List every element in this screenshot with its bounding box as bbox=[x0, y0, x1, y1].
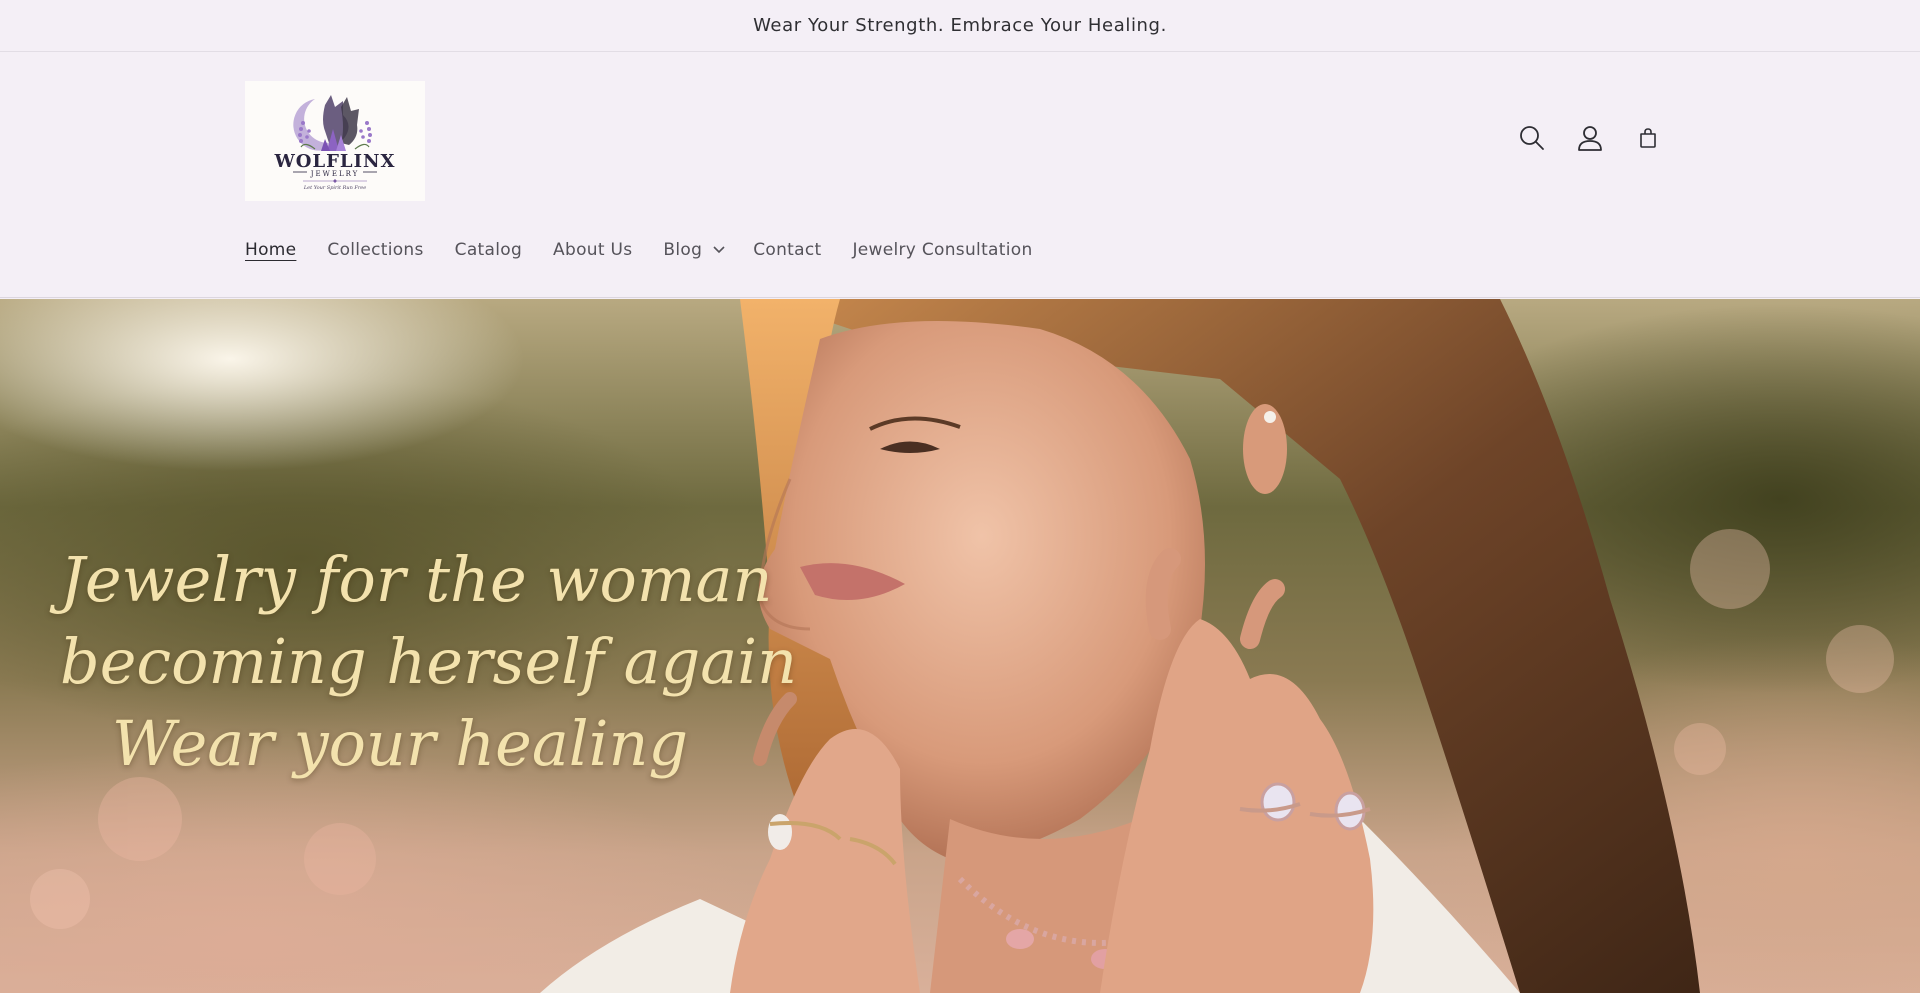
nav-item-about[interactable]: About Us bbox=[553, 240, 632, 260]
nav-item-contact[interactable]: Contact bbox=[753, 240, 821, 260]
chevron-down-icon bbox=[712, 245, 726, 255]
wolf-logo-graphic: WOLFLINX JEWELRY Let Your Spirit Run Fre… bbox=[274, 95, 396, 191]
nav-item-blog-label: Blog bbox=[663, 240, 703, 260]
announcement-text: Wear Your Strength. Embrace Your Healing… bbox=[753, 15, 1167, 36]
hero-headline: Jewelry for the woman becoming herself a… bbox=[60, 539, 798, 785]
logo-sub-text: JEWELRY bbox=[310, 170, 360, 178]
main-navigation: Home Collections Catalog About Us Blog C… bbox=[245, 240, 1064, 260]
brand-logo[interactable]: WOLFLINX JEWELRY Let Your Spirit Run Fre… bbox=[245, 81, 425, 201]
nav-item-blog[interactable]: Blog bbox=[663, 240, 726, 260]
announcement-bar: Wear Your Strength. Embrace Your Healing… bbox=[0, 0, 1920, 52]
hero-line-2: becoming herself again bbox=[60, 625, 798, 698]
hero-line-1: Jewelry for the woman bbox=[60, 543, 773, 616]
site-header: WOLFLINX JEWELRY Let Your Spirit Run Fre… bbox=[0, 53, 1920, 298]
nav-item-catalog[interactable]: Catalog bbox=[455, 240, 522, 260]
logo-brand-text: WOLFLINX bbox=[274, 151, 396, 172]
cart-icon[interactable] bbox=[1631, 121, 1665, 155]
logo-tagline-text: Let Your Spirit Run Free bbox=[303, 185, 366, 191]
account-icon[interactable] bbox=[1573, 121, 1607, 155]
search-icon[interactable] bbox=[1515, 121, 1549, 155]
nav-item-home[interactable]: Home bbox=[245, 240, 296, 260]
hero-banner[interactable]: Jewelry for the woman becoming herself a… bbox=[0, 299, 1920, 993]
nav-item-consultation[interactable]: Jewelry Consultation bbox=[852, 240, 1032, 260]
hero-line-3: Wear your healing bbox=[111, 707, 689, 780]
nav-item-collections[interactable]: Collections bbox=[327, 240, 423, 260]
header-icons bbox=[1515, 121, 1665, 155]
